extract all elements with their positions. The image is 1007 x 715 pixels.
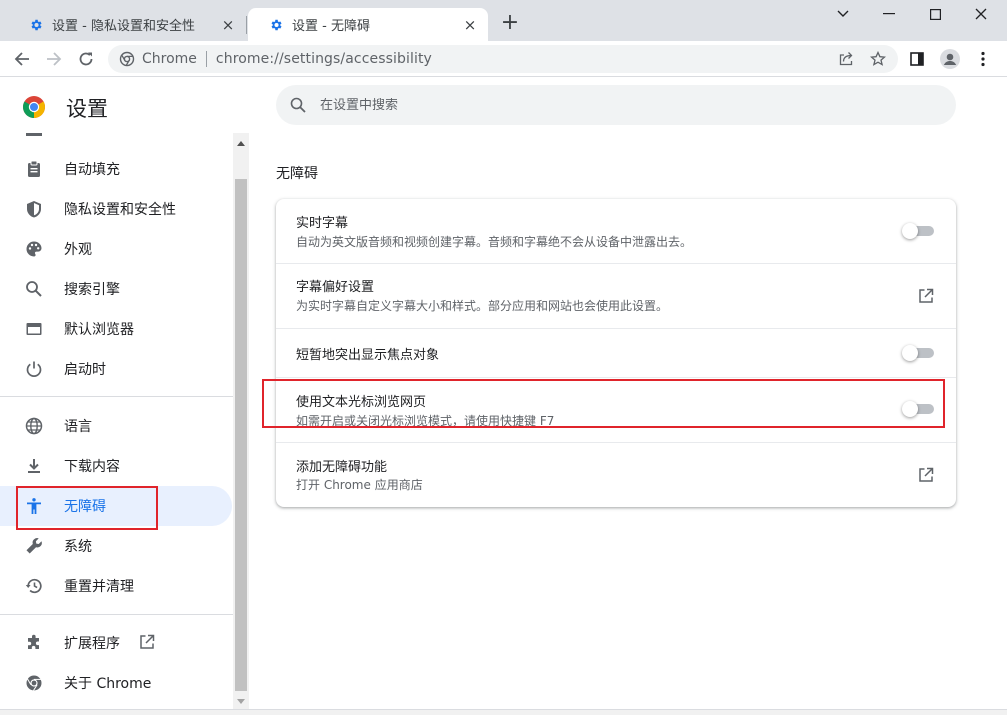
search-icon bbox=[23, 278, 45, 300]
bookmark-star-icon[interactable] bbox=[866, 47, 890, 71]
forward-arrow-icon[interactable] bbox=[42, 47, 66, 71]
chrome-site-icon bbox=[118, 50, 136, 68]
settings-search-box[interactable] bbox=[276, 85, 956, 125]
site-chip-label: Chrome bbox=[142, 51, 197, 67]
highlight-box-caret-browsing bbox=[262, 379, 945, 428]
sidebar-item-system[interactable]: 系统 bbox=[0, 526, 232, 566]
sidebar-divider bbox=[0, 396, 233, 397]
wrench-icon bbox=[23, 535, 45, 557]
sidebar-item-on-startup[interactable]: 启动时 bbox=[0, 349, 232, 389]
sidebar-item-label: 重置并清理 bbox=[64, 579, 134, 595]
scrollbar-thumb[interactable] bbox=[235, 179, 247, 691]
restore-clock-icon bbox=[23, 575, 45, 597]
page-title: 设置 bbox=[66, 97, 108, 121]
profile-avatar[interactable] bbox=[938, 47, 962, 71]
sidebar-item-label: 扩展程序 bbox=[64, 636, 120, 652]
sidebar-item-label: 下载内容 bbox=[64, 459, 120, 475]
scroll-up-arrow-icon[interactable] bbox=[233, 135, 249, 151]
sidebar-item-label: 隐私设置和安全性 bbox=[64, 202, 176, 218]
sidebar-item-label: 自动填充 bbox=[64, 162, 120, 178]
sidebar-divider bbox=[0, 614, 233, 615]
tab-privacy-settings[interactable]: 设置 - 隐私设置和安全性 × bbox=[8, 8, 246, 41]
sidebar-item-reset[interactable]: 重置并清理 bbox=[0, 566, 232, 606]
focus-highlight-row[interactable]: 短暂地突出显示焦点对象 bbox=[276, 329, 956, 377]
tab-divider bbox=[246, 16, 247, 34]
address-bar[interactable]: Chrome chrome://settings/accessibility bbox=[108, 45, 898, 73]
sidebar-item-default-browser[interactable]: 默认浏览器 bbox=[0, 309, 232, 349]
external-link-icon bbox=[138, 633, 156, 651]
search-icon bbox=[288, 95, 308, 115]
minimize-button[interactable] bbox=[866, 0, 912, 28]
sidebar-item-label: 系统 bbox=[64, 539, 92, 555]
chrome-logo-icon bbox=[22, 95, 46, 119]
shield-icon bbox=[23, 198, 45, 220]
sidebar-item-downloads[interactable]: 下载内容 bbox=[0, 446, 232, 486]
sidebar-item-label: 默认浏览器 bbox=[64, 322, 134, 338]
live-caption-row[interactable]: 实时字幕 自动为英文版音频和视频创建字幕。音频和字幕绝不会从设备中泄露出去。 bbox=[276, 199, 956, 263]
row-title: 添加无障碍功能 bbox=[296, 460, 388, 475]
row-subtitle: 打开 Chrome 应用商店 bbox=[296, 478, 423, 492]
back-arrow-icon[interactable] bbox=[10, 47, 34, 71]
chrome-icon bbox=[23, 672, 45, 694]
browser-toolbar: Chrome chrome://settings/accessibility bbox=[0, 41, 1007, 77]
tab-search-chevron-icon[interactable] bbox=[820, 0, 866, 28]
row-title: 实时字幕 bbox=[296, 216, 349, 231]
sidebar-item-search-engine[interactable]: 搜索引擎 bbox=[0, 269, 232, 309]
omnibox-divider bbox=[205, 51, 207, 67]
download-icon bbox=[23, 455, 45, 477]
sidebar-item-label: 语言 bbox=[64, 419, 92, 435]
clipboard-icon bbox=[23, 158, 45, 180]
side-panel-icon[interactable] bbox=[905, 47, 929, 71]
sidebar-item-privacy[interactable]: 隐私设置和安全性 bbox=[0, 189, 232, 229]
tab-accessibility-settings[interactable]: 设置 - 无障碍 × bbox=[248, 8, 488, 41]
sidebar-item-languages[interactable]: 语言 bbox=[0, 406, 232, 446]
tab-title: 设置 - 隐私设置和安全性 bbox=[52, 19, 195, 34]
add-accessibility-features-row[interactable]: 添加无障碍功能 打开 Chrome 应用商店 bbox=[276, 443, 956, 507]
live-caption-toggle[interactable] bbox=[902, 223, 934, 239]
sidebar-item-partial bbox=[0, 133, 233, 141]
tab-strip: 设置 - 隐私设置和安全性 × 设置 - 无障碍 × + bbox=[0, 0, 1007, 41]
gear-icon bbox=[268, 17, 284, 33]
palette-icon bbox=[23, 238, 45, 260]
section-title: 无障碍 bbox=[276, 166, 318, 182]
row-subtitle: 自动为英文版音频和视频创建字幕。音频和字幕绝不会从设备中泄露出去。 bbox=[296, 235, 693, 249]
tab-title: 设置 - 无障碍 bbox=[292, 19, 370, 34]
gear-icon bbox=[28, 17, 44, 33]
sidebar-item-extensions[interactable]: 扩展程序 bbox=[0, 623, 232, 663]
more-menu-icon[interactable] bbox=[971, 47, 995, 71]
reload-icon[interactable] bbox=[74, 47, 98, 71]
sidebar-item-appearance[interactable]: 外观 bbox=[0, 229, 232, 269]
caption-preferences-row[interactable]: 字幕偏好设置 为实时字幕自定义字幕大小和样式。部分应用和网站也会使用此设置。 bbox=[276, 264, 956, 328]
open-in-new-icon[interactable] bbox=[916, 465, 936, 485]
open-in-new-icon[interactable] bbox=[916, 286, 936, 306]
sidebar-item-about-chrome[interactable]: 关于 Chrome bbox=[0, 663, 232, 703]
new-tab-button[interactable]: + bbox=[498, 12, 522, 36]
accessibility-settings-card: 实时字幕 自动为英文版音频和视频创建字幕。音频和字幕绝不会从设备中泄露出去。 字… bbox=[276, 199, 956, 507]
maximize-button[interactable] bbox=[912, 0, 958, 28]
sidebar-item-label: 关于 Chrome bbox=[64, 676, 152, 692]
tab-close-icon[interactable]: × bbox=[220, 17, 236, 33]
row-subtitle: 为实时字幕自定义字幕大小和样式。部分应用和网站也会使用此设置。 bbox=[296, 299, 669, 313]
url-text[interactable]: chrome://settings/accessibility bbox=[216, 51, 432, 67]
sidebar-scrollbar[interactable] bbox=[233, 133, 249, 709]
share-icon[interactable] bbox=[834, 47, 858, 71]
sidebar-item-autofill[interactable]: 自动填充 bbox=[0, 149, 232, 189]
row-title: 短暂地突出显示焦点对象 bbox=[296, 348, 440, 363]
browser-window-icon bbox=[23, 318, 45, 340]
tab-close-icon[interactable]: × bbox=[462, 17, 478, 33]
focus-highlight-toggle[interactable] bbox=[902, 345, 934, 361]
search-input[interactable] bbox=[320, 97, 920, 113]
bottom-edge bbox=[0, 709, 1007, 715]
scroll-down-arrow-icon[interactable] bbox=[233, 693, 249, 709]
sidebar-item-label: 启动时 bbox=[64, 362, 106, 378]
globe-icon bbox=[23, 415, 45, 437]
sidebar-item-label: 搜索引擎 bbox=[64, 282, 120, 298]
highlight-box-sidebar bbox=[16, 486, 158, 530]
sidebar-item-label: 外观 bbox=[64, 242, 92, 258]
row-title: 字幕偏好设置 bbox=[296, 280, 375, 295]
settings-sidebar: 自动填充 隐私设置和安全性 外观 搜索引擎 默认浏览器 启动时 语言 下载内容 … bbox=[0, 133, 233, 715]
close-window-button[interactable] bbox=[958, 0, 1004, 28]
puzzle-icon bbox=[23, 632, 45, 654]
power-icon bbox=[23, 358, 45, 380]
